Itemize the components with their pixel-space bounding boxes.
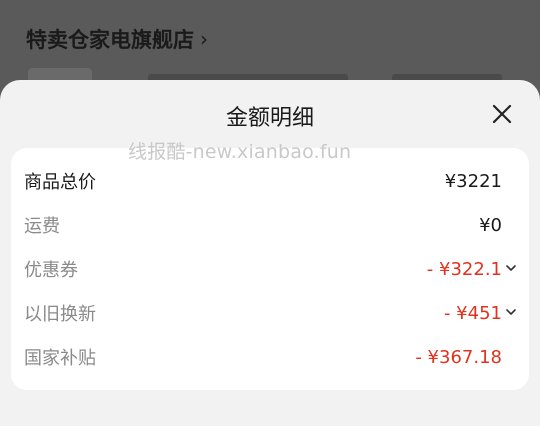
row-item-total: 商品总价 ¥3221 — [11, 159, 529, 203]
shop-name-text: 特卖仓家电旗舰店 — [26, 28, 194, 52]
breakdown-card: 商品总价 ¥3221 运费 ¥0 优惠券 - ¥322.1 以旧换新 - ¥45… — [11, 148, 529, 390]
chevron-right-icon: › — [200, 27, 208, 51]
row-value: - ¥451 — [443, 302, 502, 324]
watermark-text: 线报酷-new.xianbao.fun — [128, 141, 352, 163]
row-coupon[interactable]: 优惠券 - ¥322.1 — [11, 247, 529, 291]
row-shipping: 运费 ¥0 — [11, 203, 529, 247]
page: 特卖仓家电旗舰店 › 金额明细 商品总价 ¥3221 运费 ¥0 优惠券 - ¥… — [0, 0, 540, 426]
row-value: ¥3221 — [444, 170, 502, 192]
row-label: 以旧换新 — [24, 304, 96, 325]
row-national-subsidy: 国家补贴 - ¥367.18 — [11, 335, 529, 379]
row-label: 商品总价 — [24, 172, 96, 193]
chevron-down-icon[interactable] — [505, 306, 517, 318]
row-value: - ¥367.18 — [415, 346, 502, 368]
row-value: ¥0 — [479, 214, 502, 236]
amount-detail-sheet: 金额明细 商品总价 ¥3221 运费 ¥0 优惠券 - ¥322.1 以旧换新 … — [0, 80, 540, 426]
row-trade-in[interactable]: 以旧换新 - ¥451 — [11, 291, 529, 335]
shop-name-link[interactable]: 特卖仓家电旗舰店 › — [26, 24, 208, 54]
background-header: 特卖仓家电旗舰店 › — [0, 0, 540, 90]
row-label: 优惠券 — [24, 260, 78, 281]
row-label: 国家补贴 — [24, 348, 96, 369]
row-value: - ¥322.1 — [426, 258, 502, 280]
row-label: 运费 — [24, 216, 60, 237]
sheet-title: 金额明细 — [225, 106, 314, 131]
close-button[interactable] — [490, 102, 514, 126]
chevron-down-icon[interactable] — [505, 262, 517, 274]
close-icon — [492, 104, 512, 124]
